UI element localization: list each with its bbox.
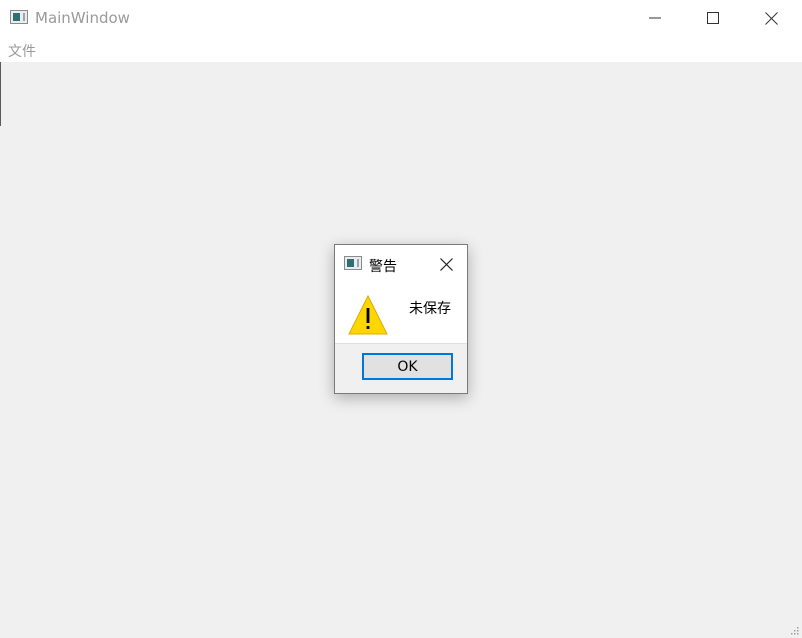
window-title: MainWindow [35,9,130,27]
dialog-button-area: OK [335,343,467,393]
title-bar[interactable]: MainWindow [0,0,802,36]
minimize-icon [649,17,661,19]
app-window-icon [344,256,362,270]
app-window-icon [10,10,28,24]
close-button[interactable] [742,0,800,36]
dialog-close-button[interactable] [433,251,459,277]
close-icon [764,11,778,25]
resize-grip-icon[interactable] [791,627,799,635]
menu-item-file[interactable]: 文件 [8,41,36,61]
menu-bar: 文件 [0,36,802,62]
maximize-button[interactable] [684,0,742,36]
warning-dialog: 警告 未保存 OK [334,244,468,394]
dialog-message: 未保存 [409,301,451,317]
ok-button[interactable]: OK [362,353,453,380]
warning-icon [348,295,388,335]
dialog-title-bar[interactable]: 警告 [335,245,467,281]
maximize-icon [707,12,719,24]
main-window: MainWindow 文件 警告 未保存 OK [0,0,802,638]
minimize-button[interactable] [626,0,684,36]
close-icon [439,257,453,271]
dialog-title: 警告 [369,259,397,275]
window-edge [0,62,1,126]
dialog-body: 未保存 [335,281,467,343]
